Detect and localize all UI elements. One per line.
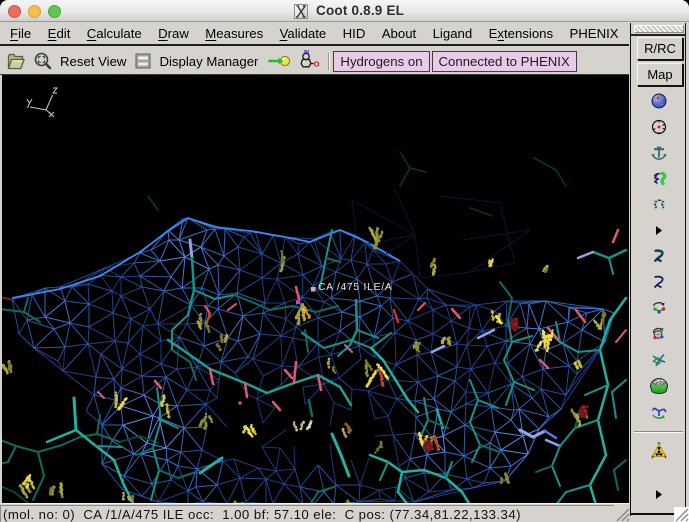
svg-text:N: N bbox=[304, 50, 309, 57]
svg-text:Side: Side bbox=[653, 380, 663, 386]
svg-text:O: O bbox=[314, 59, 319, 68]
svg-text:CA /475 ILE/A: CA /475 ILE/A bbox=[318, 282, 392, 293]
